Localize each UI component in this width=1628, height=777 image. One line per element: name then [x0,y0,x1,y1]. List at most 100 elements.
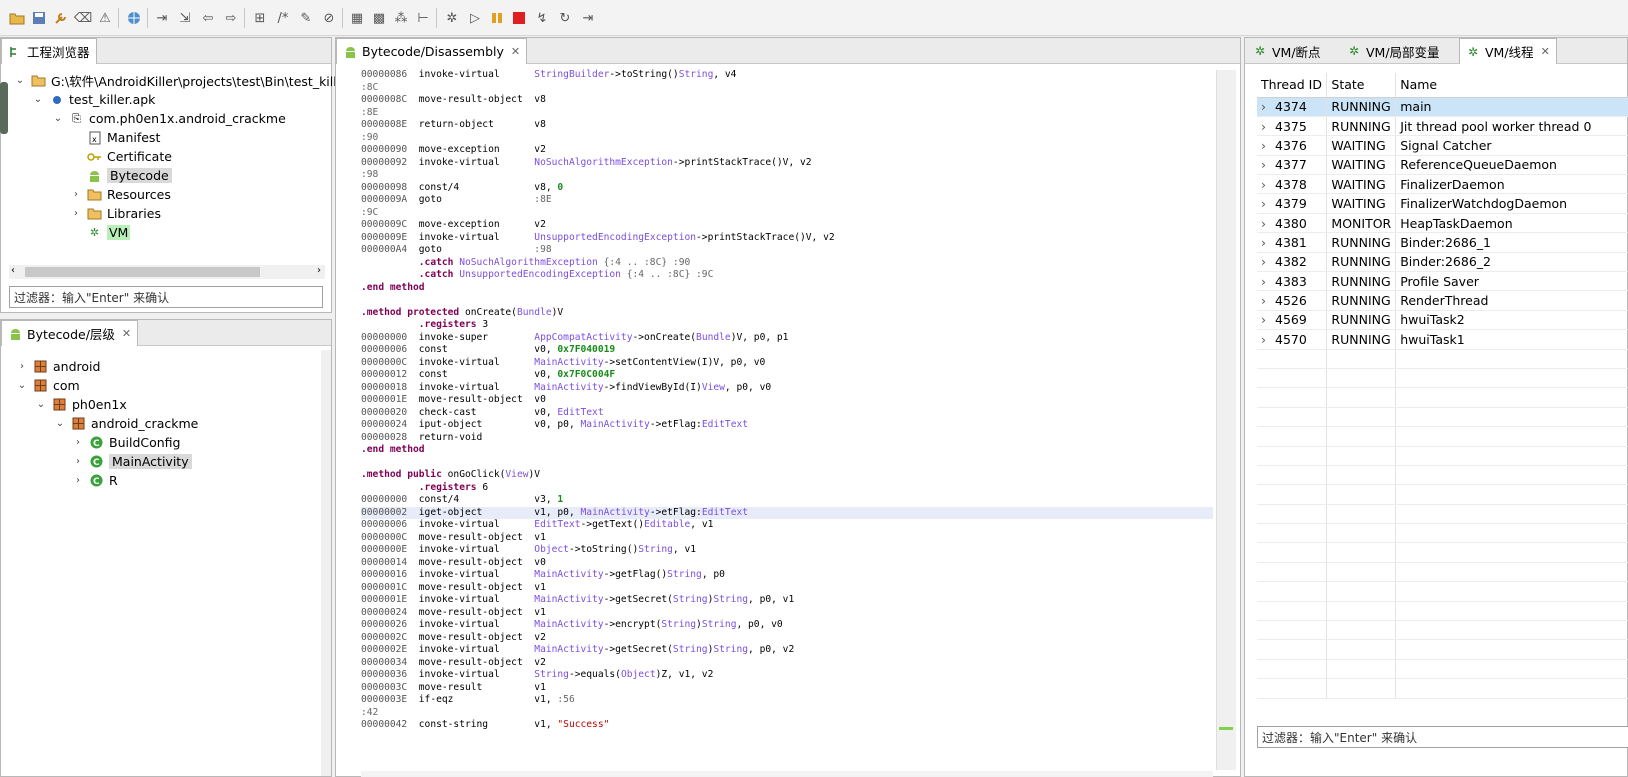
nodes-icon[interactable]: ⁂ [392,9,410,27]
tree-item-libraries[interactable]: › Libraries [69,204,161,223]
code-line[interactable]: 00000034 move-result-object v2 [361,657,1213,670]
code-line[interactable]: 00000006 invoke-virtual EditText->getTex… [361,519,1213,532]
column-header-thread-id[interactable]: Thread ID [1257,73,1328,98]
code-line[interactable] [361,294,1213,307]
chevron-right-icon[interactable]: › [1261,254,1275,269]
resume-icon[interactable]: ▷ [466,9,484,27]
tree-item-android-crackme[interactable]: ⌄ android_crackme [53,414,199,433]
tree-item-ph0en1x[interactable]: ⌄ ph0en1x [34,395,127,414]
table-row[interactable]: › 4570 RUNNING hwuiTask1 [1257,329,1628,350]
chevron-right-icon[interactable]: › [1261,293,1275,308]
globe-icon[interactable] [125,9,143,27]
chevron-right-icon[interactable]: › [1261,216,1275,231]
code-line[interactable]: :8C [361,82,1213,95]
code-line[interactable]: 00000000 invoke-super AppCompatActivity-… [361,332,1213,345]
chevron-right-icon[interactable]: › [1261,177,1275,192]
table-row[interactable]: › 4569 RUNNING hwuiTask2 [1257,310,1628,331]
chevron-right-icon[interactable]: › [1261,332,1275,347]
comment-icon[interactable]: /* [274,9,292,27]
code-line[interactable]: 00000020 check-cast v0, EditText [361,407,1213,420]
tab-vm-threads[interactable]: ✲ VM/线程 ✕ [1459,38,1557,64]
code-line[interactable]: 0000002E invoke-virtual MainActivity->ge… [361,644,1213,657]
project-filter-input[interactable]: 过滤器：输入"Enter" 来确认 [9,286,323,308]
code-line[interactable]: 0000000C move-result-object v1 [361,532,1213,545]
code-line[interactable]: :98 [361,169,1213,182]
edit-icon[interactable]: ✎ [297,9,315,27]
export-icon[interactable]: ⇥ [579,9,597,27]
step-over-icon[interactable]: ⇲ [176,9,194,27]
open-folder-icon[interactable] [8,9,26,27]
code-line[interactable]: 00000042 const-string v1, "Success" [361,719,1213,732]
table-row[interactable]: › 4382 RUNNING Binder:2686_2 [1257,252,1628,273]
clear-icon[interactable]: ⊘ [320,9,338,27]
step-into-icon[interactable]: ⇥ [153,9,171,27]
back-icon[interactable]: ⇦ [199,9,217,27]
code-line[interactable]: 0000008C move-result-object v8 [361,94,1213,107]
cycle-icon[interactable]: ↻ [556,9,574,27]
code-line[interactable]: 0000002C move-result-object v2 [361,632,1213,645]
code-line[interactable]: 0000003C move-result v1 [361,682,1213,695]
code-line[interactable]: 0000000C invoke-virtual MainActivity->se… [361,357,1213,370]
code-line[interactable]: 00000012 const v0, 0x7F0C004F [361,369,1213,382]
code-line[interactable]: .end method [361,282,1213,295]
code-line[interactable]: 00000086 invoke-virtual StringBuilder->t… [361,69,1213,82]
code-line[interactable]: 0000008E return-object v8 [361,119,1213,132]
code-line[interactable]: 0000000E invoke-virtual Object->toString… [361,544,1213,557]
code-line[interactable]: .end method [361,444,1213,457]
code-line[interactable]: 00000092 invoke-virtual NoSuchAlgorithmE… [361,157,1213,170]
tree-item-mainactivity[interactable]: › C MainActivity [71,452,192,471]
table-row[interactable]: › 4377 WAITING ReferenceQueueDaemon [1257,155,1628,176]
table-row[interactable]: › 4374 RUNNING main [1257,97,1628,117]
chevron-right-icon[interactable]: › [1261,235,1275,250]
code-line[interactable] [361,457,1213,470]
wrench-icon[interactable] [52,9,70,27]
column-header-state[interactable]: State [1326,73,1397,98]
code-line[interactable]: :42 [361,707,1213,720]
code-line[interactable]: .method protected onCreate(Bundle)V [361,307,1213,320]
warning-icon[interactable]: ⚠ [96,9,114,27]
tab-bytecode-hierarchy[interactable]: Bytecode/层级 ✕ [1,320,139,346]
code-line[interactable]: .method public onGoClick(View)V [361,469,1213,482]
tree-item-vm[interactable]: ✲ VM [69,223,131,242]
table-row[interactable]: › 4380 MONITOR HeapTaskDaemon [1257,213,1628,234]
bug-icon[interactable]: ✲ [443,9,461,27]
code-line[interactable]: .catch UnsupportedEncodingException {:4 … [361,269,1213,282]
table-row[interactable]: › 4375 RUNNING Jit thread pool worker threa… [1257,116,1628,137]
code-line[interactable]: 00000026 invoke-virtual MainActivity->en… [361,619,1213,632]
code-line[interactable]: .registers 6 [361,482,1213,495]
chevron-right-icon[interactable]: › [1261,99,1275,114]
tree-item-manifest[interactable]: x Manifest [69,128,160,147]
grid-icon[interactable]: ▦ [348,9,366,27]
side-handle[interactable] [0,82,8,134]
tab-project-explorer[interactable]: 工程浏览器 [1,38,97,64]
chevron-right-icon[interactable]: › [1261,196,1275,211]
code-line[interactable]: 00000006 const v0, 0x7F040019 [361,344,1213,357]
table-row[interactable]: › 4376 WAITING Signal Catcher [1257,135,1628,156]
step-return-icon[interactable]: ↯ [533,9,551,27]
thread-filter-input[interactable]: 过滤器：输入"Enter" 来确认 [1257,726,1628,748]
close-icon[interactable]: ✕ [511,45,520,58]
attach-icon[interactable]: ⊞ [251,9,269,27]
chevron-right-icon[interactable]: › [1261,138,1275,153]
chevron-right-icon[interactable]: › [1261,312,1275,327]
code-line[interactable]: 00000000 const/4 v3, 1 [361,494,1213,507]
code-line[interactable]: 00000016 invoke-virtual MainActivity->ge… [361,569,1213,582]
close-icon[interactable]: ✕ [122,327,131,340]
code-line[interactable]: :90 [361,132,1213,145]
code-line[interactable]: 00000002 iget-object v1, p0, MainActivit… [361,506,1213,519]
tree-item-package[interactable]: ⌄ ⎘ com.ph0en1x.android_crackme [51,109,286,128]
chevron-right-icon[interactable]: › [1261,157,1275,172]
table-row[interactable]: › 4379 WAITING FinalizerWatchdogDaemon [1257,193,1628,214]
tree-icon[interactable]: ⊢ [414,9,432,27]
chevron-right-icon[interactable]: › [1261,274,1275,289]
table-row[interactable]: › 4381 RUNNING Binder:2686_1 [1257,232,1628,253]
code-line[interactable]: 00000024 move-result-object v1 [361,607,1213,620]
chevron-right-icon[interactable]: › [1261,119,1275,134]
horizontal-scrollbar[interactable]: ‹ › [9,265,325,279]
tree-item-certificate[interactable]: Certificate [69,147,172,166]
code-line[interactable]: :8E [361,107,1213,120]
code-line[interactable]: 00000090 move-exception v2 [361,144,1213,157]
tab-vm-breakpoints[interactable]: ✲ VM/断点 [1247,38,1327,64]
erase-icon[interactable]: ⌫ [74,9,92,27]
group-icon[interactable]: ▩ [370,9,388,27]
